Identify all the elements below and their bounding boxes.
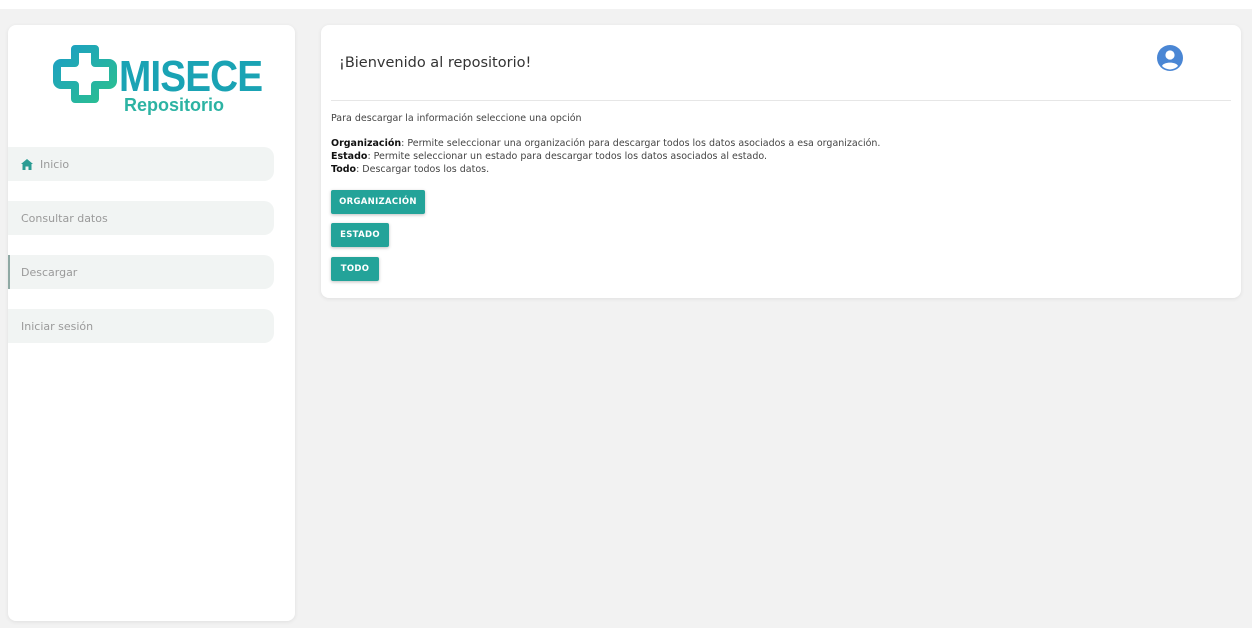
- sidebar-item-label: Iniciar sesión: [21, 319, 94, 333]
- option-text: : Permite seleccionar un estado para des…: [367, 151, 768, 162]
- option-term: Organización: [331, 138, 402, 149]
- user-circle-icon[interactable]: [1157, 45, 1183, 71]
- main-card: ¡Bienvenido al repositorio! Para descarg…: [321, 25, 1241, 298]
- intro-text: Para descargar la información seleccione…: [331, 113, 582, 124]
- option-organizacion-desc: Organización: Permite seleccionar una or…: [331, 137, 880, 150]
- organizacion-button[interactable]: ORGANIZACIÓN: [331, 190, 425, 214]
- option-text: : Descargar todos los datos.: [356, 164, 490, 175]
- sidebar-item-iniciar-sesion[interactable]: Iniciar sesión: [8, 309, 274, 343]
- brand-subtitle: Repositorio: [124, 95, 225, 115]
- sidebar-item-label: Consultar datos: [21, 211, 108, 225]
- option-todo-desc: Todo: Descargar todos los datos.: [331, 163, 880, 176]
- sidebar-item-label: Descargar: [21, 265, 78, 279]
- home-icon: [21, 158, 33, 170]
- sidebar: MISECE Repositorio Inicio Consultar dato…: [8, 25, 295, 621]
- brand-logo: MISECE Repositorio: [53, 45, 263, 115]
- sidebar-item-inicio[interactable]: Inicio: [8, 147, 274, 181]
- estado-button[interactable]: ESTADO: [331, 223, 389, 247]
- sidebar-item-descargar[interactable]: Descargar: [8, 255, 274, 289]
- page-title: ¡Bienvenido al repositorio!: [339, 55, 532, 71]
- sidebar-item-consultar-datos[interactable]: Consultar datos: [8, 201, 274, 235]
- todo-button[interactable]: TODO: [331, 257, 379, 281]
- header-divider: [331, 100, 1231, 101]
- app-background: MISECE Repositorio Inicio Consultar dato…: [0, 9, 1252, 628]
- option-term: Estado: [331, 151, 368, 162]
- option-text: : Permite seleccionar una organización p…: [401, 138, 881, 149]
- option-term: Todo: [331, 164, 357, 175]
- option-estado-desc: Estado: Permite seleccionar un estado pa…: [331, 150, 880, 163]
- sidebar-item-label: Inicio: [40, 157, 70, 171]
- options-description: Organización: Permite seleccionar una or…: [331, 137, 880, 176]
- medical-cross-icon: [53, 45, 117, 103]
